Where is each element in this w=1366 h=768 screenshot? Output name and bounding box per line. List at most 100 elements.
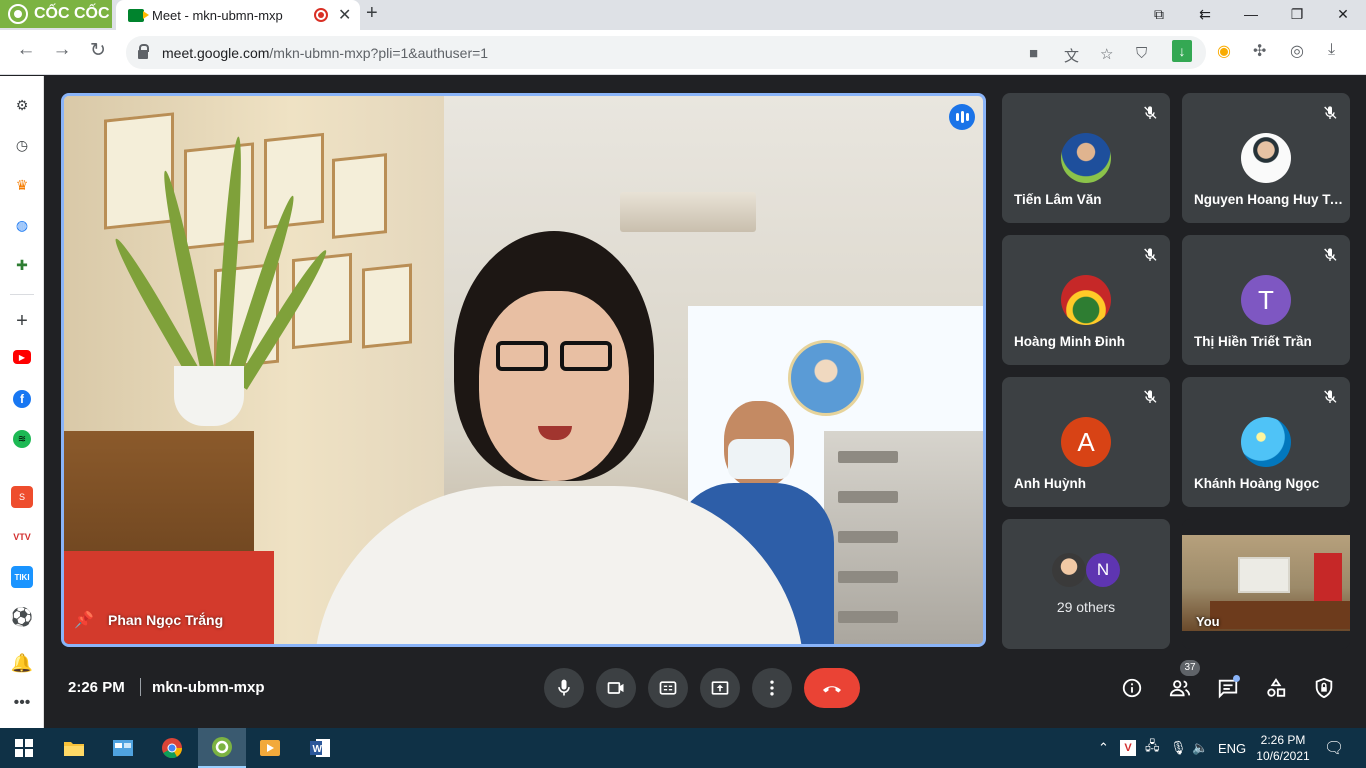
add-sidebar-app-icon[interactable]: + bbox=[11, 310, 33, 332]
participant-name: Hoàng Minh Đinh bbox=[1014, 334, 1125, 349]
profile-icon[interactable]: ◎ bbox=[1290, 41, 1304, 61]
participant-tile[interactable]: T Thị Hiền Triết Trần bbox=[1182, 235, 1350, 365]
browser-tabstrip: CỐC CỐC Meet - mkn-ubmn-mxp ✕ + ⧉ ⇇ — ❐ … bbox=[0, 0, 1366, 30]
participant-tile[interactable]: Hoàng Minh Đinh bbox=[1002, 235, 1170, 365]
participant-tile[interactable]: Nguyen Hoang Huy Tung bbox=[1182, 93, 1350, 223]
system-clock[interactable]: 2:26 PM 10/6/2021 bbox=[1256, 732, 1310, 764]
tray-app-icon[interactable]: V bbox=[1120, 728, 1136, 768]
media-player-button[interactable] bbox=[246, 728, 294, 768]
downloads-icon[interactable]: ⤓ bbox=[1328, 41, 1335, 59]
participant-avatar-photo bbox=[1241, 133, 1291, 183]
participant-tile[interactable]: Tiến Lâm Văn bbox=[1002, 93, 1170, 223]
show-hidden-icons-button[interactable]: ⌃ bbox=[1098, 728, 1109, 768]
speaker-person bbox=[314, 231, 804, 644]
camera-button[interactable] bbox=[596, 668, 636, 708]
tiki-icon[interactable]: TIKI bbox=[11, 566, 33, 588]
participant-avatar-letter: A bbox=[1061, 417, 1111, 467]
participant-avatar-photo bbox=[1061, 133, 1111, 183]
vtv-go-icon[interactable]: VTV bbox=[11, 526, 33, 548]
leave-call-button[interactable] bbox=[804, 668, 860, 708]
lock-icon[interactable] bbox=[138, 44, 149, 59]
people-icon bbox=[1169, 680, 1191, 697]
translate-icon[interactable]: 文 bbox=[1064, 45, 1079, 66]
close-window-button[interactable]: ✕ bbox=[1320, 0, 1366, 28]
file-explorer-button[interactable] bbox=[50, 728, 98, 768]
coccoc-rewards-icon[interactable]: ◉ bbox=[1217, 41, 1231, 61]
mic-off-icon bbox=[1142, 105, 1158, 121]
others-count-label: 29 others bbox=[1056, 599, 1116, 615]
participant-count-badge: 37 bbox=[1180, 660, 1200, 676]
more-options-button[interactable] bbox=[752, 668, 792, 708]
notifications-bell-icon[interactable]: 🔔 bbox=[11, 652, 33, 674]
main-speaker-tile[interactable]: 📌 Phan Ngọc Trắng bbox=[61, 93, 986, 647]
potted-plant bbox=[109, 106, 332, 426]
url-host: meet.google.com bbox=[162, 44, 270, 61]
more-vert-icon bbox=[770, 680, 774, 696]
coccoc-logo-icon bbox=[8, 4, 28, 24]
chrome-button[interactable] bbox=[148, 728, 196, 768]
coccoc-taskbar-button[interactable] bbox=[198, 728, 246, 768]
participant-tile[interactable]: A Anh Huỳnh bbox=[1002, 377, 1170, 507]
address-bar[interactable]: meet.google.com/mkn-ubmn-mxp?pli=1&authu… bbox=[126, 36, 1206, 69]
participant-name: Thị Hiền Triết Trần bbox=[1194, 334, 1312, 349]
more-icon[interactable]: ••• bbox=[11, 692, 33, 714]
forward-icon[interactable]: → bbox=[49, 39, 75, 61]
shopee-icon[interactable]: S bbox=[11, 486, 33, 508]
messenger-icon[interactable]: ◍ bbox=[11, 214, 33, 236]
new-tab-button[interactable]: + bbox=[366, 2, 378, 25]
participant-avatar-letter: T bbox=[1241, 275, 1291, 325]
others-tile[interactable]: N 29 others bbox=[1002, 519, 1170, 649]
activities-button[interactable] bbox=[1262, 674, 1290, 702]
self-view-tile[interactable]: You bbox=[1182, 519, 1350, 649]
reload-icon[interactable]: ↻ bbox=[85, 39, 111, 62]
savior-download-icon[interactable]: ↓ bbox=[1172, 40, 1192, 62]
volume-icon[interactable]: 🔈 bbox=[1192, 728, 1208, 768]
spotify-icon[interactable]: ≋ bbox=[13, 430, 31, 448]
people-button[interactable] bbox=[1166, 674, 1194, 702]
coccoc-menu-button[interactable]: CỐC CỐC bbox=[0, 0, 112, 28]
meeting-details-button[interactable] bbox=[1118, 674, 1146, 702]
wall-certificate bbox=[332, 153, 387, 239]
back-icon[interactable]: ← bbox=[13, 39, 39, 61]
back-tab-icon[interactable]: ⇇ bbox=[1182, 0, 1228, 28]
tab-meet[interactable]: Meet - mkn-ubmn-mxp ✕ bbox=[116, 0, 360, 30]
participant-name: Nguyen Hoang Huy Tung bbox=[1194, 192, 1344, 207]
history-icon[interactable]: ◷ bbox=[11, 134, 33, 156]
camera-icon[interactable]: ■ bbox=[1029, 45, 1038, 62]
minimize-button[interactable]: — bbox=[1228, 0, 1274, 28]
windows-logo-icon bbox=[15, 739, 33, 757]
word-button[interactable]: W bbox=[296, 728, 344, 768]
football-icon[interactable]: ⚽ bbox=[11, 606, 33, 628]
crown-icon[interactable]: ♛ bbox=[11, 174, 33, 196]
control-panel-button[interactable] bbox=[99, 728, 147, 768]
start-button[interactable] bbox=[0, 728, 48, 768]
network-icon[interactable]: 🖧 bbox=[1145, 728, 1160, 768]
closed-captions-icon bbox=[659, 681, 677, 695]
others-avatar-photo bbox=[1052, 553, 1086, 587]
input-language[interactable]: ENG bbox=[1218, 728, 1246, 768]
info-icon bbox=[1122, 678, 1142, 698]
notification-center-icon[interactable]: 🗨 bbox=[1324, 728, 1344, 768]
present-screen-icon bbox=[711, 681, 729, 695]
microphone-tray-icon[interactable]: 🎙 bbox=[1170, 728, 1187, 768]
participant-tile[interactable]: Khánh Hoàng Ngọc bbox=[1182, 377, 1350, 507]
present-now-button[interactable] bbox=[700, 668, 740, 708]
host-controls-button[interactable] bbox=[1310, 674, 1338, 702]
restore-button[interactable]: ❐ bbox=[1274, 0, 1320, 28]
screenshot-icon[interactable]: ⧉ bbox=[1136, 0, 1182, 28]
game-controller-icon[interactable]: ✚ bbox=[11, 254, 33, 276]
tab-close-icon[interactable]: ✕ bbox=[338, 5, 351, 25]
extensions-icon[interactable]: ✣ bbox=[1253, 41, 1266, 61]
brand-name: CỐC CỐC bbox=[34, 5, 110, 22]
pin-icon[interactable]: 📌 bbox=[74, 610, 94, 630]
shield-icon[interactable]: ⛉ bbox=[1136, 45, 1147, 62]
facebook-icon[interactable]: f bbox=[13, 390, 31, 408]
youtube-icon[interactable]: ▶ bbox=[13, 350, 31, 364]
settings-gear-icon[interactable]: ⚙ bbox=[11, 94, 33, 116]
bookmark-star-icon[interactable]: ☆ bbox=[1100, 45, 1113, 63]
meeting-info-divider bbox=[140, 678, 141, 696]
others-avatar-letter: N bbox=[1086, 553, 1120, 587]
microphone-button[interactable] bbox=[544, 668, 584, 708]
captions-button[interactable] bbox=[648, 668, 688, 708]
meet-stage: 📌 Phan Ngọc Trắng Tiến Lâm Văn Nguyen Ho… bbox=[44, 76, 1366, 728]
